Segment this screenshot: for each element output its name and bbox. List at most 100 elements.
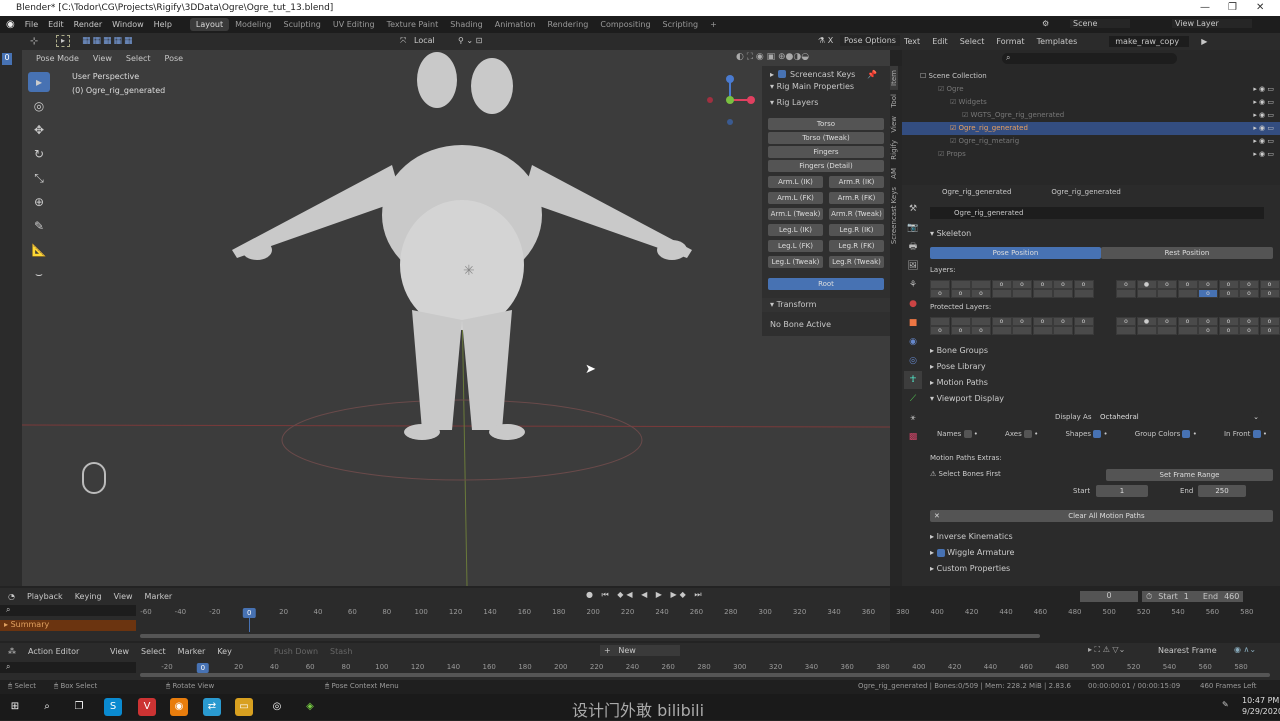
view-layer-selector[interactable]: View Layer [1172, 19, 1252, 28]
layer-toggle[interactable]: o [1259, 289, 1280, 298]
mode-select[interactable]: Pose Mode [36, 54, 79, 63]
rotate-icon[interactable]: ↻ [28, 144, 50, 164]
add-workspace-button[interactable]: + [704, 18, 723, 31]
action-scrollbar[interactable] [140, 673, 1270, 677]
tab-rendering[interactable]: Rendering [542, 18, 595, 31]
rig-layer-button[interactable]: Leg.L (IK) [768, 224, 823, 236]
checkbox-icon[interactable]: ☑ [962, 111, 968, 119]
navigation-gizmo[interactable] [702, 70, 762, 130]
layer-toggle[interactable]: o [1012, 317, 1032, 326]
layer-toggle[interactable] [1177, 326, 1198, 335]
menu-render[interactable]: Render [74, 20, 102, 29]
layer-toggle[interactable]: o [1259, 317, 1280, 326]
layer-toggle[interactable]: o [1239, 317, 1259, 326]
layer-toggle[interactable]: o [950, 289, 971, 298]
tab-screencast-keys[interactable]: Screencast Keys [890, 183, 898, 248]
layer-toggle[interactable] [1116, 289, 1136, 298]
layer-toggle[interactable] [1032, 289, 1053, 298]
rig-layer-button[interactable]: Torso [768, 118, 884, 130]
skype-icon[interactable]: S [104, 698, 122, 716]
rig-layer-button[interactable]: Fingers [768, 146, 884, 158]
visibility-icons[interactable]: ▸ ◉ ▭ [1253, 109, 1274, 122]
rig-layer-button[interactable]: Fingers (Detail) [768, 160, 884, 172]
transform-icon[interactable]: ⊕ [28, 192, 50, 212]
bone-tab-icon[interactable]: ⟋ [904, 390, 922, 408]
modifier-tab-icon[interactable]: ◉ [904, 333, 922, 351]
rig-layer-button[interactable]: Leg.R (IK) [829, 224, 884, 236]
outliner-item[interactable]: ☑ WGTS_Ogre_rig_generated ▸ ◉ ▭ [902, 109, 1280, 122]
select-tool-icon[interactable]: ▸ [56, 35, 70, 47]
clear-motion-paths-button[interactable]: ✕ Clear All Motion Paths [930, 510, 1273, 522]
layer-toggle[interactable]: o [950, 326, 971, 335]
layer-toggle[interactable] [1177, 289, 1198, 298]
scene-collection[interactable]: ☐ Scene Collection [920, 70, 987, 83]
tab-item[interactable]: Item [890, 66, 898, 90]
layer-toggle[interactable] [971, 317, 991, 326]
display-checkbox-names[interactable]: Names • [937, 430, 978, 438]
layer-toggle[interactable] [1073, 289, 1094, 298]
text-menu-select[interactable]: Select [960, 37, 985, 46]
outliner-item[interactable]: ☑ Ogre ▸ ◉ ▭ [902, 83, 1280, 96]
world-tab-icon[interactable]: ● [904, 295, 922, 313]
maximize-button[interactable]: ❐ [1228, 0, 1237, 16]
custom-properties-header[interactable]: ▸ Custom Properties [930, 564, 1010, 573]
new-action-button[interactable]: + New [600, 645, 680, 656]
props-data-name[interactable]: Ogre_rig_generated [1051, 188, 1120, 196]
layer-toggle[interactable]: o [1157, 317, 1177, 326]
outliner-search-input[interactable]: ⌕ [1002, 53, 1177, 64]
windows-start-icon[interactable]: ⊞ [6, 698, 24, 716]
layer-toggle[interactable] [1012, 289, 1032, 298]
tab-sculpting[interactable]: Sculpting [278, 18, 327, 31]
move-icon[interactable]: ✥ [28, 120, 50, 140]
layer-toggle[interactable]: o [1239, 326, 1259, 335]
selection-mode-icons[interactable]: ▦▦▦▦▦ [82, 36, 135, 46]
action-menu-select[interactable]: Select [141, 647, 166, 656]
transform-header[interactable]: ▾ Transform [762, 298, 890, 312]
texture-tab-icon[interactable]: ▩ [904, 428, 922, 446]
rig-layer-button[interactable]: Leg.L (Tweak) [768, 256, 823, 268]
layer-toggle[interactable] [991, 326, 1012, 335]
rig-layer-button[interactable]: Arm.R (IK) [829, 176, 884, 188]
rig-layer-button[interactable]: Arm.L (IK) [768, 176, 823, 188]
display-checkbox-axes[interactable]: Axes • [1005, 430, 1038, 438]
proportional-icon[interactable]: ◉ ∧⌄ [1234, 645, 1256, 654]
tab-uv-editing[interactable]: UV Editing [327, 18, 381, 31]
editor-type-icon[interactable]: ⊹ [30, 36, 38, 47]
tab-animation[interactable]: Animation [489, 18, 542, 31]
rig-layer-button[interactable]: Arm.L (Tweak) [768, 208, 823, 220]
close-button[interactable]: ✕ [1256, 0, 1264, 16]
timeline-menu-keying[interactable]: Keying [75, 592, 102, 601]
constraint-tab-icon[interactable]: ◎ [904, 352, 922, 370]
tab-layout[interactable]: Layout [189, 18, 230, 31]
layer-toggle[interactable]: o [1198, 326, 1218, 335]
timeline-start-field[interactable]: 1 [1184, 592, 1189, 601]
end-field[interactable]: 250 [1198, 485, 1246, 497]
bone-groups-header[interactable]: ▸ Bone Groups [930, 346, 988, 355]
viewport-menu-select[interactable]: Select [126, 54, 151, 63]
layer-toggle[interactable]: o [1218, 289, 1239, 298]
file-explorer-icon[interactable]: ▭ [235, 698, 253, 716]
layer-toggle[interactable]: o [930, 326, 950, 335]
clock-date[interactable]: 9/29/2020 [1242, 707, 1280, 716]
measure-icon[interactable]: 📐 [28, 240, 50, 260]
menu-edit[interactable]: Edit [48, 20, 64, 29]
layer-toggle[interactable]: o [1032, 280, 1053, 289]
layer-toggle[interactable]: o [991, 317, 1012, 326]
dopesheet-editor-icon[interactable]: ⁂ [8, 647, 16, 656]
viewport-shading-icons[interactable]: ◐ ⛶ ◉ ▣ ⊕●◑◒ [736, 52, 809, 62]
layer-toggle[interactable]: o [1116, 317, 1136, 326]
current-frame-marker[interactable]: 0 [242, 608, 256, 618]
snap-mode-select[interactable]: Nearest Frame [1158, 646, 1217, 655]
timeline-menu-view[interactable]: View [114, 592, 133, 601]
layer-toggle[interactable] [950, 280, 971, 289]
blender-logo-icon[interactable]: ◉ [6, 19, 15, 30]
layer-toggle[interactable]: o [1053, 317, 1073, 326]
pin-icon[interactable]: 📌 [867, 70, 877, 79]
action-menu-view[interactable]: View [110, 647, 129, 656]
rig-layer-button[interactable]: Arm.R (FK) [829, 192, 884, 204]
layer-toggle[interactable]: o [1218, 317, 1239, 326]
pen-icon[interactable]: ✎ [1222, 700, 1229, 709]
layer-toggle[interactable] [930, 280, 950, 289]
layer-toggle[interactable]: o [1073, 280, 1094, 289]
stash-button[interactable]: Stash [330, 647, 352, 656]
